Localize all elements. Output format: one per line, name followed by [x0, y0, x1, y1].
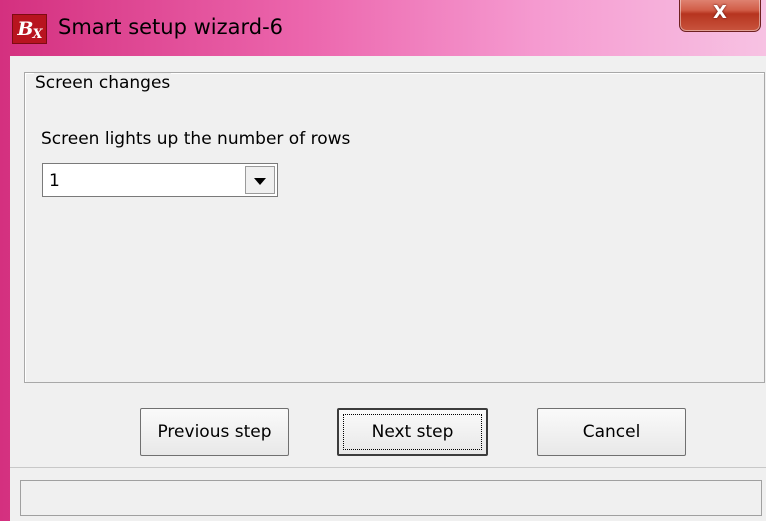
divider — [10, 467, 766, 468]
screen-changes-group — [24, 72, 765, 383]
title-bar[interactable]: BX Smart setup wizard-6 X — [0, 0, 766, 56]
wizard-window: BX Smart setup wizard-6 X Screen changes… — [0, 0, 766, 521]
focus-rectangle — [343, 414, 482, 450]
dropdown-button[interactable] — [245, 166, 275, 194]
rows-select[interactable]: 1 — [42, 163, 278, 197]
chevron-down-icon — [254, 178, 266, 185]
rows-select-value: 1 — [49, 171, 60, 191]
rows-label: Screen lights up the number of rows — [41, 129, 351, 149]
status-bar — [20, 480, 762, 516]
cancel-button[interactable]: Cancel — [537, 408, 686, 456]
close-button[interactable]: X — [679, 0, 761, 32]
close-icon: X — [713, 2, 727, 23]
window-title: Smart setup wizard-6 — [58, 15, 284, 39]
previous-step-button[interactable]: Previous step — [140, 408, 289, 456]
app-icon: BX — [12, 14, 47, 44]
group-title: Screen changes — [34, 73, 172, 93]
dialog-client-area: Screen changes Screen lights up the numb… — [10, 56, 766, 521]
next-step-button[interactable]: Next step — [337, 408, 488, 456]
